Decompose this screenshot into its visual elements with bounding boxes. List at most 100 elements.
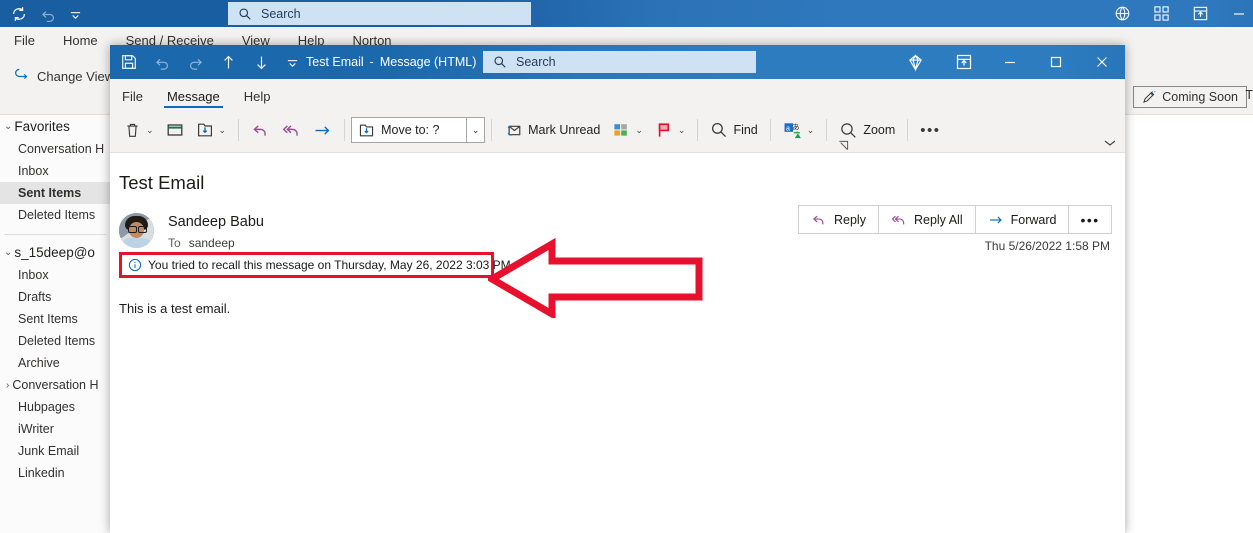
translate-icon: a あ — [783, 121, 802, 140]
reply-icon — [251, 121, 270, 140]
sidebar-item-junk-email[interactable]: Junk Email — [0, 440, 110, 462]
command-divider — [491, 119, 492, 141]
qat-caret-icon[interactable] — [286, 56, 299, 69]
chevron-down-icon[interactable]: ⌄ — [219, 125, 227, 136]
sidebar-item-deleted-items[interactable]: Deleted Items — [0, 330, 110, 352]
move-to-button[interactable]: Move to: ? — [351, 117, 467, 143]
command-divider — [238, 119, 239, 141]
svg-text:あ: あ — [792, 122, 800, 131]
more-commands-button[interactable]: ••• — [914, 114, 946, 146]
maximize-icon[interactable] — [1033, 45, 1079, 79]
reply-all-button[interactable] — [276, 114, 307, 146]
email-subject: Test Email — [119, 172, 204, 194]
sidebar-item-drafts[interactable]: Drafts — [0, 286, 110, 308]
ribbon-tab-home[interactable]: Home — [49, 27, 112, 54]
sidebar-item-sent-items-fav[interactable]: Sent Items — [0, 182, 110, 204]
chevron-down-icon[interactable]: ⌄ — [146, 125, 154, 136]
sidebar-item-deleted-items-fav[interactable]: Deleted Items — [0, 204, 110, 226]
change-view-button[interactable]: Change View — [12, 68, 114, 85]
change-view-label: Change View — [37, 69, 114, 84]
email-body-text: This is a test email. — [119, 301, 230, 316]
delete-button[interactable]: ⌄ — [118, 114, 160, 146]
ribbon-display-icon[interactable] — [941, 45, 987, 79]
dialog-launcher-icon[interactable] — [838, 140, 849, 151]
accessibility-icon[interactable] — [1114, 5, 1131, 22]
sidebar-item-iwriter[interactable]: iWriter — [0, 418, 110, 440]
save-icon[interactable] — [120, 53, 138, 71]
avatar-glasses-right — [138, 226, 147, 233]
reply-all-button[interactable]: Reply All — [878, 205, 975, 234]
command-divider — [697, 119, 698, 141]
close-icon[interactable] — [1079, 45, 1125, 79]
sidebar-item-hubpages[interactable]: Hubpages — [0, 396, 110, 418]
trash-icon — [124, 122, 141, 139]
tab-help[interactable]: Help — [232, 90, 283, 108]
sidebar-item-conversation-history-fav[interactable]: Conversation H — [0, 138, 110, 160]
qat-caret-icon[interactable] — [69, 8, 82, 21]
ribbon-tab-file[interactable]: File — [0, 27, 49, 54]
tab-message[interactable]: Message — [155, 90, 232, 108]
sidebar-item-conversation-history[interactable]: › Conversation H — [0, 374, 110, 396]
ellipsis-icon: ••• — [920, 122, 940, 139]
reply-icon — [811, 212, 827, 228]
svg-text:a: a — [786, 124, 790, 132]
forward-button[interactable] — [307, 114, 338, 146]
email-sender-name: Sandeep Babu — [168, 214, 264, 230]
command-divider — [907, 119, 908, 141]
sidebar-item-archive[interactable]: Archive — [0, 352, 110, 374]
main-title-bar: Search — [0, 0, 1253, 27]
sidebar-item-sent-items[interactable]: Sent Items — [0, 308, 110, 330]
sidebar-group-account[interactable]: ⌄ s_15deep@o — [0, 241, 110, 264]
message-search-box[interactable]: Search — [483, 51, 756, 73]
sidebar-item-inbox-fav[interactable]: Inbox — [0, 160, 110, 182]
ribbon-display-icon[interactable] — [1192, 5, 1209, 22]
folder-sidebar[interactable]: ⌄ Favorites Conversation H Inbox Sent It… — [0, 115, 110, 533]
move-to-dropdown-caret[interactable]: ⌄ — [467, 117, 485, 143]
sidebar-group-favorites[interactable]: ⌄ Favorites — [0, 115, 110, 138]
move-button[interactable]: ⌄ — [190, 114, 233, 146]
ribbon-collapse-icon[interactable] — [1103, 138, 1117, 148]
find-button[interactable]: Find — [704, 114, 763, 146]
avatar-glasses-left — [128, 226, 137, 233]
undo-icon[interactable] — [40, 6, 57, 23]
mark-unread-button[interactable]: Mark Unread — [498, 114, 606, 146]
archive-button[interactable] — [160, 114, 190, 146]
zoom-label: Zoom — [863, 123, 895, 137]
info-icon — [128, 258, 142, 272]
apps-grid-icon[interactable] — [1153, 5, 1170, 22]
main-search-box[interactable]: Search — [228, 2, 531, 25]
main-title-bar-right — [1114, 0, 1253, 27]
translate-button[interactable]: a あ ⌄ — [777, 114, 821, 146]
undo-icon[interactable] — [154, 54, 171, 71]
move-icon — [196, 121, 214, 139]
minimize-icon[interactable] — [1231, 6, 1247, 22]
tab-file[interactable]: File — [110, 90, 155, 108]
chevron-down-icon: ⌄ — [4, 247, 12, 258]
sidebar-item-inbox[interactable]: Inbox — [0, 264, 110, 286]
chevron-down-icon[interactable]: ⌄ — [678, 125, 686, 136]
sidebar-item-linkedin[interactable]: Linkedin — [0, 462, 110, 484]
command-divider — [826, 119, 827, 141]
to-value[interactable]: sandeep — [189, 236, 235, 250]
previous-item-icon[interactable] — [220, 54, 237, 71]
reply-button[interactable] — [245, 114, 276, 146]
follow-up-button[interactable]: ⌄ — [649, 114, 692, 146]
coming-soon-label: Coming Soon — [1162, 90, 1238, 104]
reply-button[interactable]: Reply — [798, 205, 878, 234]
coming-soon-button[interactable]: Coming Soon — [1133, 86, 1247, 108]
diamond-icon[interactable] — [889, 45, 941, 79]
sidebar-item-conversation-history-label: Conversation H — [12, 378, 98, 392]
minimize-icon[interactable] — [987, 45, 1033, 79]
reply-all-icon — [891, 212, 907, 228]
redo-icon[interactable] — [187, 54, 204, 71]
avatar — [119, 213, 154, 248]
command-divider — [344, 119, 345, 141]
next-item-icon[interactable] — [253, 54, 270, 71]
more-actions-button[interactable]: ••• — [1068, 205, 1111, 234]
chevron-down-icon[interactable]: ⌄ — [807, 125, 815, 136]
categorize-button[interactable]: ⌄ — [606, 114, 649, 146]
message-quick-access-toolbar — [120, 50, 299, 74]
chevron-down-icon[interactable]: ⌄ — [635, 125, 643, 136]
forward-button[interactable]: Forward — [975, 205, 1069, 234]
sync-icon[interactable] — [10, 5, 28, 23]
